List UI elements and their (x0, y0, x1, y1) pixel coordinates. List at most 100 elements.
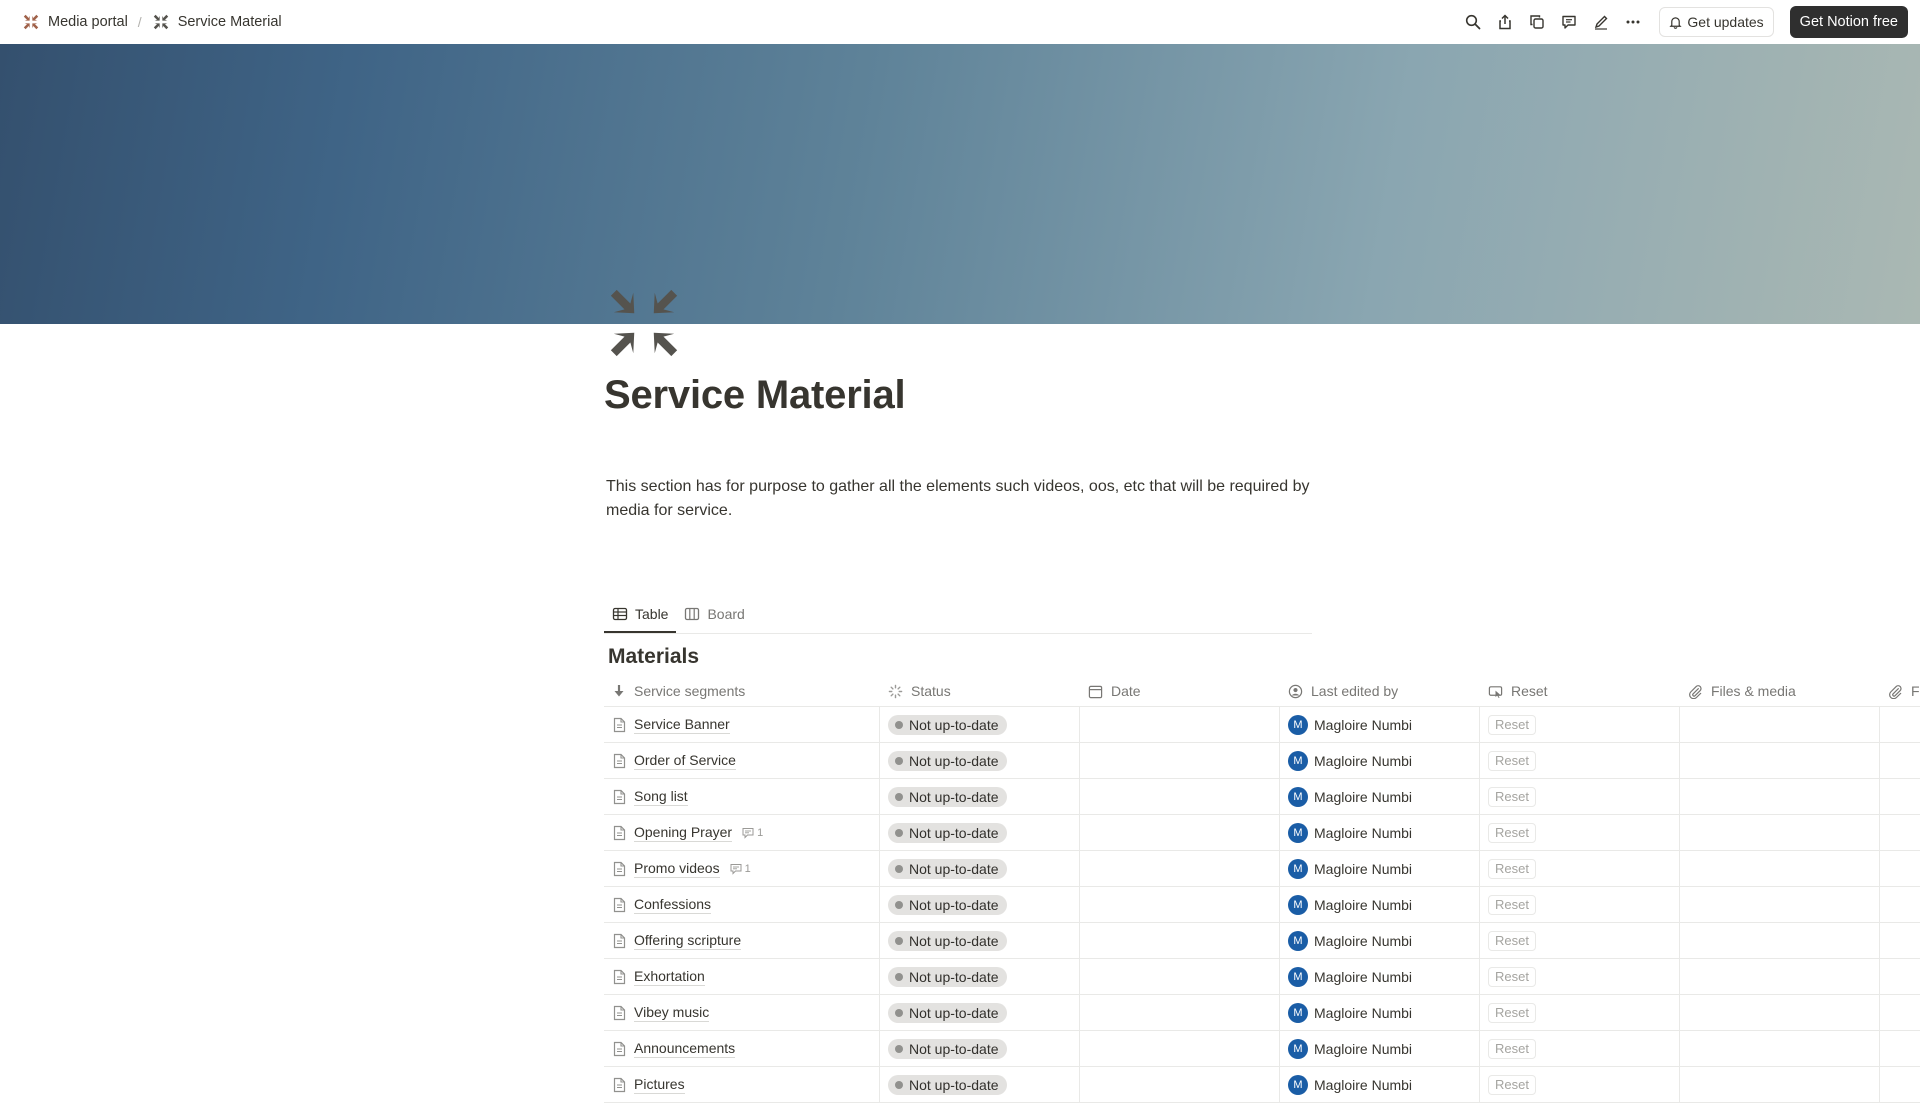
cell-files-media[interactable] (1680, 1067, 1880, 1102)
cell-status[interactable]: Not up-to-date (880, 887, 1080, 922)
status-badge[interactable]: Not up-to-date (888, 1038, 1007, 1059)
column-header-date[interactable]: Date (1080, 676, 1280, 706)
comment-count[interactable]: 1 (730, 863, 751, 875)
comments-button[interactable] (1555, 8, 1583, 36)
column-header-files-media[interactable]: Files & media (1680, 676, 1880, 706)
cell-status[interactable]: Not up-to-date (880, 1067, 1080, 1102)
reset-button[interactable]: Reset (1488, 822, 1536, 843)
share-button[interactable] (1491, 8, 1519, 36)
get-notion-free-button[interactable]: Get Notion free (1789, 6, 1908, 38)
cell-status[interactable]: Not up-to-date (880, 707, 1080, 742)
row-title[interactable]: Exhortation (634, 968, 705, 986)
row-title[interactable]: Promo videos (634, 860, 720, 878)
cell-status[interactable]: Not up-to-date (880, 815, 1080, 850)
row-title[interactable]: Opening Prayer (634, 824, 733, 842)
cell-date[interactable] (1080, 743, 1280, 778)
cell-last-edited-by[interactable]: M Magloire Numbi (1280, 995, 1480, 1030)
cell-last-edited-by[interactable]: M Magloire Numbi (1280, 1067, 1480, 1102)
cell-files-2[interactable] (1880, 995, 1920, 1030)
cell-service-segment[interactable]: Vibey music (604, 995, 880, 1030)
cell-files-media[interactable] (1680, 707, 1880, 742)
cell-service-segment[interactable]: Opening Prayer 1 (604, 815, 880, 850)
status-badge[interactable]: Not up-to-date (888, 930, 1007, 951)
reset-button[interactable]: Reset (1488, 786, 1536, 807)
cell-service-segment[interactable]: Order of Service (604, 743, 880, 778)
row-title[interactable]: Announcements (634, 1040, 736, 1058)
cell-files-media[interactable] (1680, 1031, 1880, 1066)
status-badge[interactable]: Not up-to-date (888, 966, 1007, 987)
cell-files-media[interactable] (1680, 815, 1880, 850)
status-badge[interactable]: Not up-to-date (888, 894, 1007, 915)
cell-files-2[interactable] (1880, 959, 1920, 994)
cell-files-media[interactable] (1680, 851, 1880, 886)
column-header-files-2[interactable]: F (1880, 676, 1920, 706)
cell-last-edited-by[interactable]: M Magloire Numbi (1280, 887, 1480, 922)
cell-service-segment[interactable]: Pictures (604, 1067, 880, 1102)
reset-button[interactable]: Reset (1488, 858, 1536, 879)
cell-service-segment[interactable]: Offering scripture (604, 923, 880, 958)
more-button[interactable] (1619, 8, 1647, 36)
reset-button[interactable]: Reset (1488, 966, 1536, 987)
search-button[interactable] (1459, 8, 1487, 36)
status-badge[interactable]: Not up-to-date (888, 714, 1007, 735)
cell-files-media[interactable] (1680, 743, 1880, 778)
column-header-last-edited-by[interactable]: Last edited by (1280, 676, 1480, 706)
row-title[interactable]: Confessions (634, 896, 712, 914)
cell-status[interactable]: Not up-to-date (880, 959, 1080, 994)
column-header-reset[interactable]: Reset (1480, 676, 1680, 706)
cell-last-edited-by[interactable]: M Magloire Numbi (1280, 743, 1480, 778)
cell-status[interactable]: Not up-to-date (880, 851, 1080, 886)
cell-files-media[interactable] (1680, 959, 1880, 994)
cell-files-media[interactable] (1680, 887, 1880, 922)
cell-date[interactable] (1080, 707, 1280, 742)
table-row[interactable]: Pictures Not up-to-date M Magloire Numbi Res… (604, 1067, 1920, 1103)
row-title[interactable]: Vibey music (634, 1004, 710, 1022)
status-badge[interactable]: Not up-to-date (888, 786, 1007, 807)
reset-button[interactable]: Reset (1488, 714, 1536, 735)
table-row[interactable]: Song list Not up-to-date M Magloire Numbi Re… (604, 779, 1920, 815)
cell-files-2[interactable] (1880, 1031, 1920, 1066)
cell-last-edited-by[interactable]: M Magloire Numbi (1280, 851, 1480, 886)
table-row[interactable]: Offering scripture Not up-to-date M Magloir… (604, 923, 1920, 959)
row-title[interactable]: Song list (634, 788, 688, 806)
reset-button[interactable]: Reset (1488, 1038, 1536, 1059)
get-updates-button[interactable]: Get updates (1659, 7, 1774, 37)
table-row[interactable]: Announcements Not up-to-date M Magloire Num… (604, 1031, 1920, 1067)
cell-files-2[interactable] (1880, 743, 1920, 778)
cell-date[interactable] (1080, 887, 1280, 922)
tab-table[interactable]: Table (604, 596, 677, 633)
cell-service-segment[interactable]: Promo videos 1 (604, 851, 880, 886)
row-title[interactable]: Service Banner (634, 716, 730, 734)
reset-button[interactable]: Reset (1488, 894, 1536, 915)
cell-files-2[interactable] (1880, 887, 1920, 922)
cell-date[interactable] (1080, 815, 1280, 850)
tab-board[interactable]: Board (676, 596, 752, 632)
cell-files-media[interactable] (1680, 779, 1880, 814)
cell-last-edited-by[interactable]: M Magloire Numbi (1280, 779, 1480, 814)
reset-button[interactable]: Reset (1488, 930, 1536, 951)
row-title[interactable]: Offering scripture (634, 932, 742, 950)
cell-date[interactable] (1080, 851, 1280, 886)
cell-status[interactable]: Not up-to-date (880, 995, 1080, 1030)
cell-last-edited-by[interactable]: M Magloire Numbi (1280, 959, 1480, 994)
reset-button[interactable]: Reset (1488, 1002, 1536, 1023)
cell-last-edited-by[interactable]: M Magloire Numbi (1280, 707, 1480, 742)
cell-date[interactable] (1080, 779, 1280, 814)
cell-service-segment[interactable]: Exhortation (604, 959, 880, 994)
cell-service-segment[interactable]: Confessions (604, 887, 880, 922)
cell-service-segment[interactable]: Announcements (604, 1031, 880, 1066)
cell-date[interactable] (1080, 1031, 1280, 1066)
cell-date[interactable] (1080, 959, 1280, 994)
cell-status[interactable]: Not up-to-date (880, 743, 1080, 778)
cell-date[interactable] (1080, 1067, 1280, 1102)
cell-files-media[interactable] (1680, 995, 1880, 1030)
row-title[interactable]: Order of Service (634, 752, 736, 770)
status-badge[interactable]: Not up-to-date (888, 1074, 1007, 1095)
cell-date[interactable] (1080, 923, 1280, 958)
table-row[interactable]: Order of Service Not up-to-date M Magloire … (604, 743, 1920, 779)
cell-status[interactable]: Not up-to-date (880, 1031, 1080, 1066)
table-row[interactable]: Opening Prayer 1 Not up-to-date M Magloire N… (604, 815, 1920, 851)
cell-files-2[interactable] (1880, 851, 1920, 886)
column-header-status[interactable]: Status (880, 676, 1080, 706)
table-row[interactable]: Service Banner Not up-to-date M Magloire Nu… (604, 707, 1920, 743)
